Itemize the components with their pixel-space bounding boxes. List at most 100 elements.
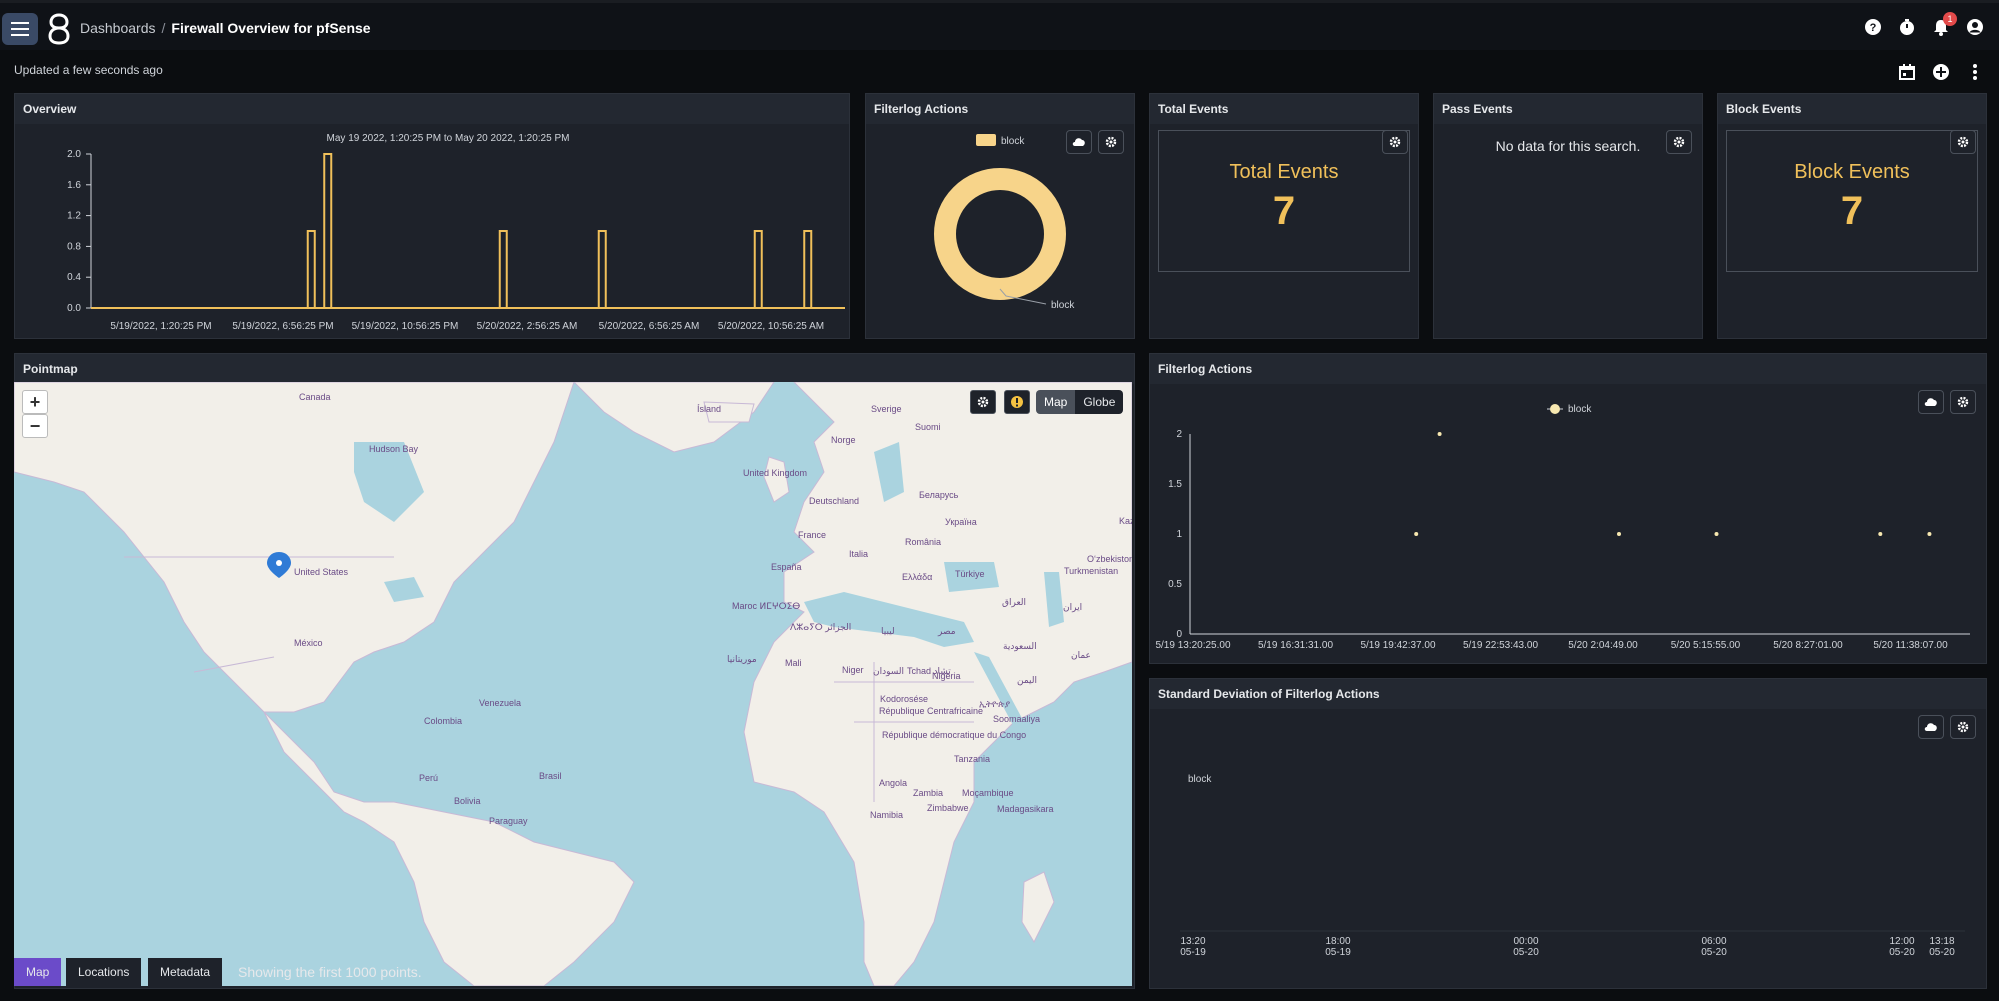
help-icon[interactable]: ? [1863,17,1883,37]
more-options-icon[interactable] [1965,62,1985,82]
map-place-label: Беларусь [919,490,959,500]
map-place-label: Deutschland [809,496,860,506]
map-place-label: ⴷⵣⴰⵢⵔ الجزائر [790,622,852,632]
map-place-label: Niger [842,665,864,675]
menu-icon[interactable] [2,13,38,45]
x-tick-label: 00:00 [1513,936,1538,947]
map-place-label: Sverige [871,404,902,414]
last-updated-text: Updated a few seconds ago [14,63,163,77]
map-place-label: Maroc ⵍⵎⵖⵔⵉⴱ [732,601,801,611]
panel-header [15,354,1134,384]
x-tick-sublabel: 05-19 [1180,947,1206,958]
x-tick-label: 5/20/2022, 6:56:25 AM [599,321,700,332]
stopwatch-icon[interactable] [1897,17,1917,37]
filterlog-actions-panel: Filterlog Actions block block [865,93,1135,339]
filterlog-actions-scatter-panel: Filterlog Actions block 2 1.5 1 0.5 0 5/19 13:… [1149,353,1987,664]
map-place-label: Bolivia [454,796,481,806]
pass-events-panel: Pass Events No data for this search. [1433,93,1703,339]
x-tick-label: 5/19 19:42:37.00 [1360,640,1436,651]
map-place-label: السعودية [1003,641,1037,651]
metadata-tab[interactable]: Metadata [148,958,223,986]
legend-label: block [1188,774,1212,785]
locations-tab[interactable]: Locations [66,958,142,986]
y-tick-label: 0.8 [67,241,81,252]
legend-swatch [976,134,996,146]
x-tick-label: 5/20 2:04:49.00 [1568,640,1638,651]
filterlog-actions-title: Filterlog Actions [874,102,969,116]
breadcrumb-separator: / [161,20,166,36]
map-place-label: Canada [299,392,331,402]
overview-title: Overview [23,102,77,116]
y-tick-label: 1.2 [67,211,81,222]
x-tick-label: 18:00 [1325,936,1350,947]
notifications-bell-icon[interactable]: 1 [1931,12,1957,37]
pass-events-title: Pass Events [1442,102,1513,116]
map-place-label: عمان [1071,650,1091,660]
settings-icon[interactable] [1382,130,1408,154]
x-tick-sublabel: 05-20 [1889,947,1915,958]
bar [323,153,333,309]
y-tick-label: 1 [1176,529,1182,540]
map-info-icon[interactable] [1004,390,1030,414]
x-tick-label: 5/19/2022, 1:20:25 PM [110,321,211,332]
map-place-label: مصر [938,626,956,636]
map-place-label: السودان [873,666,905,676]
calendar-icon[interactable] [1897,62,1917,82]
breadcrumb-dashboards[interactable]: Dashboards [80,20,156,36]
scatter-point [1437,432,1442,436]
pointmap-title: Pointmap [23,362,78,376]
total-events-box: Total Events 7 [1158,130,1410,272]
settings-icon[interactable] [1666,130,1692,154]
scatter-point [1617,532,1621,536]
map-place-label: République Centrafricaine [879,706,984,716]
map-tab[interactable]: Map [14,958,62,986]
world-map[interactable]: Canada United States México Venezuela Colomb… [14,382,1132,986]
map-view-button[interactable]: Map [1036,390,1076,414]
no-data-message: No data for this search. [1495,138,1641,154]
filterlog-donut-chart: block block [934,134,1075,311]
map-place-label: Brasil [539,771,562,781]
zoom-in-button[interactable]: + [22,390,48,414]
map-place-label: Madagasikara [997,804,1054,814]
map-place-label: United Kingdom [743,468,808,478]
x-tick-label: 5/19/2022, 10:56:25 PM [352,321,459,332]
bar [498,230,508,309]
add-widget-icon[interactable] [1931,62,1951,82]
globe-view-button[interactable]: Globe [1075,390,1124,414]
top-icons: ? 1 [1863,12,1985,37]
settings-icon[interactable] [1950,130,1976,154]
map-footer-note: Showing the first 1000 points. [238,964,422,980]
map-place-label: Paraguay [489,816,528,826]
total-events-title: Total Events [1158,102,1229,116]
x-tick-label: 5/20/2022, 2:56:25 AM [477,321,578,332]
user-account-icon[interactable] [1965,17,1985,37]
y-tick-label: 0 [1176,629,1182,640]
y-tick-label: 2 [1176,429,1182,440]
notification-badge: 1 [1943,12,1957,26]
zoom-out-button[interactable]: − [22,414,48,438]
x-tick-sublabel: 05-19 [1325,947,1351,958]
x-tick-label: 13:18 [1929,936,1954,947]
block-events-label: Block Events [1794,161,1910,183]
bar [753,230,763,309]
total-events-label: Total Events [1229,161,1339,183]
block-events-panel: Block Events Block Events 7 [1717,93,1987,339]
map-place-label: Zambia [913,788,944,798]
stddev-chart: block13:2005-1918:0005-1900:0005-2006:00… [1180,774,1965,958]
map-place-label: Kodorosése [880,694,929,704]
x-tick-label: 5/19 22:53:43.00 [1463,640,1539,651]
y-tick-label: 0.0 [67,303,81,314]
map-settings-icon[interactable] [970,390,996,414]
map-place-label: United States [294,567,349,577]
map-place-label: Norge [831,435,856,445]
map-place-label: Suomi [915,422,941,432]
scatter-point [1878,532,1883,536]
slice-label: block [1051,300,1075,311]
breadcrumb: Dashboards / Firewall Overview for pfSense [80,20,371,36]
filterlog-actions-scatter-title: Filterlog Actions [1158,362,1253,376]
map-place-label: Tanzania [954,754,991,764]
bar [803,230,813,309]
map-place-label: Italia [849,549,869,559]
graylog-logo-icon[interactable] [48,13,70,45]
map-land [14,382,1132,986]
